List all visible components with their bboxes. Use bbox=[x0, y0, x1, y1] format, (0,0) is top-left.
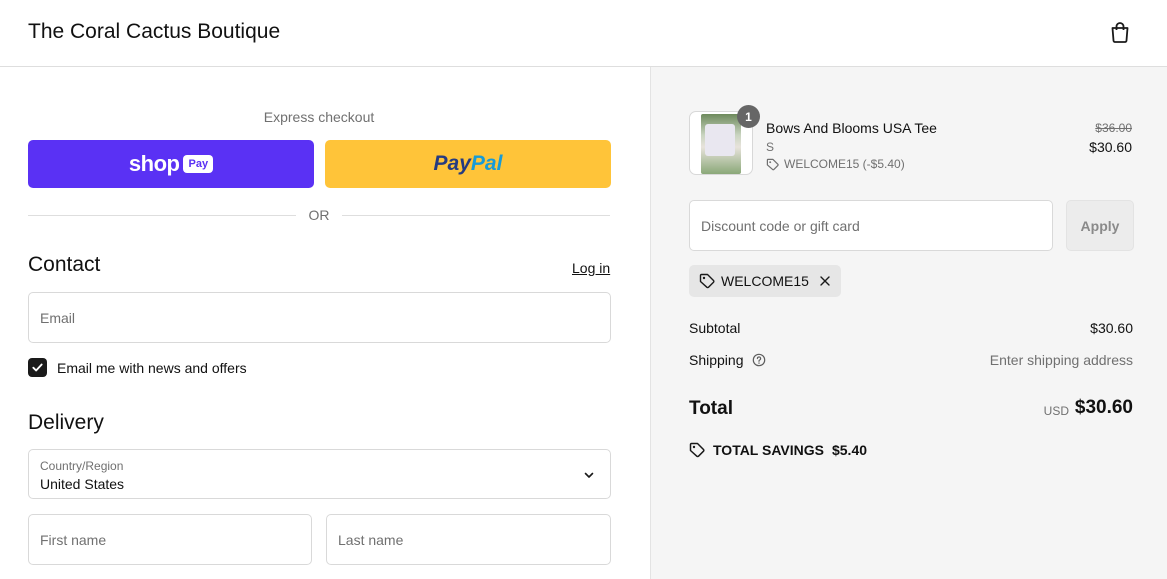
country-value: United States bbox=[40, 476, 125, 492]
checkmark-icon bbox=[32, 363, 43, 372]
discount-code-input[interactable] bbox=[690, 201, 1052, 250]
newsletter-label: Email me with news and offers bbox=[57, 359, 247, 376]
shop-pay-button[interactable]: shop Pay bbox=[28, 140, 314, 188]
product-variant: S bbox=[766, 140, 775, 154]
login-link[interactable]: Log in bbox=[572, 260, 610, 276]
tag-icon bbox=[699, 273, 715, 289]
shop-pay-pill: Pay bbox=[183, 155, 214, 173]
subtotal-value: $30.60 bbox=[1090, 320, 1133, 336]
apply-button[interactable]: Apply bbox=[1066, 200, 1134, 251]
shopping-bag-icon[interactable] bbox=[1108, 20, 1132, 44]
total-value: $30.60 bbox=[1074, 397, 1133, 418]
subtotal-row: Subtotal $30.60 bbox=[689, 320, 1133, 336]
savings-label: TOTAL SAVINGS bbox=[713, 442, 824, 458]
original-price: $36.00 bbox=[1095, 121, 1132, 135]
first-name-field[interactable] bbox=[28, 514, 312, 565]
email-field[interactable] bbox=[28, 292, 611, 343]
or-divider: OR bbox=[28, 206, 610, 226]
store-name[interactable]: The Coral Cactus Boutique bbox=[28, 20, 280, 44]
product-discount: WELCOME15 (-$5.40) bbox=[766, 157, 905, 171]
shipping-row: Shipping Enter shipping address bbox=[689, 352, 1133, 368]
email-input[interactable] bbox=[29, 293, 610, 342]
chevron-down-icon bbox=[584, 472, 594, 478]
item-price: $30.60 bbox=[1089, 139, 1132, 155]
product-discount-text: WELCOME15 (-$5.40) bbox=[784, 157, 905, 171]
last-name-field[interactable] bbox=[326, 514, 611, 565]
newsletter-checkbox[interactable] bbox=[28, 358, 47, 377]
discount-code-field[interactable] bbox=[689, 200, 1053, 251]
question-circle-icon[interactable] bbox=[752, 353, 766, 367]
newsletter-option[interactable]: Email me with news and offers bbox=[28, 358, 247, 377]
currency-code: USD bbox=[1043, 404, 1069, 418]
discount-field-wrap[interactable] bbox=[690, 201, 1052, 250]
total-savings: TOTAL SAVINGS $5.40 bbox=[689, 442, 867, 458]
total-row: Total USD $30.60 bbox=[689, 396, 1133, 422]
express-checkout-label: Express checkout bbox=[263, 109, 375, 125]
tag-icon bbox=[689, 442, 705, 458]
shipping-label: Shipping bbox=[689, 352, 744, 368]
paypal-logo-pay: Pay bbox=[433, 152, 471, 175]
divider-line-right bbox=[342, 215, 610, 216]
paypal-button[interactable]: Pay Pal bbox=[325, 140, 611, 188]
last-name-input[interactable] bbox=[327, 515, 610, 564]
product-name: Bows And Blooms USA Tee bbox=[766, 120, 937, 136]
paypal-logo-pal: Pal bbox=[470, 152, 503, 175]
subtotal-label: Subtotal bbox=[689, 320, 741, 336]
applied-discount-chip: WELCOME15 bbox=[689, 265, 841, 297]
tag-icon bbox=[766, 158, 779, 170]
close-icon bbox=[820, 276, 830, 286]
savings-value: $5.40 bbox=[831, 442, 868, 458]
total-label: Total bbox=[689, 398, 733, 419]
delivery-heading: Delivery bbox=[28, 411, 104, 434]
first-name-input[interactable] bbox=[29, 515, 311, 564]
shop-pay-logo: shop bbox=[128, 151, 180, 176]
product-image-tee bbox=[705, 124, 735, 156]
order-summary: 1 Bows And Blooms USA Tee S WELCOME15 (-… bbox=[650, 67, 1167, 579]
country-select[interactable]: Country/Region United States bbox=[28, 449, 611, 499]
shipping-value: Enter shipping address bbox=[989, 352, 1133, 368]
header: The Coral Cactus Boutique bbox=[0, 0, 1167, 67]
applied-code-text: WELCOME15 bbox=[721, 273, 809, 289]
contact-heading: Contact bbox=[28, 253, 101, 276]
checkout-form: Express checkout shop Pay Pay Pal OR Cont… bbox=[0, 67, 650, 579]
remove-discount-button[interactable] bbox=[819, 275, 831, 287]
quantity-badge: 1 bbox=[737, 105, 760, 128]
country-label: Country/Region bbox=[40, 459, 124, 473]
